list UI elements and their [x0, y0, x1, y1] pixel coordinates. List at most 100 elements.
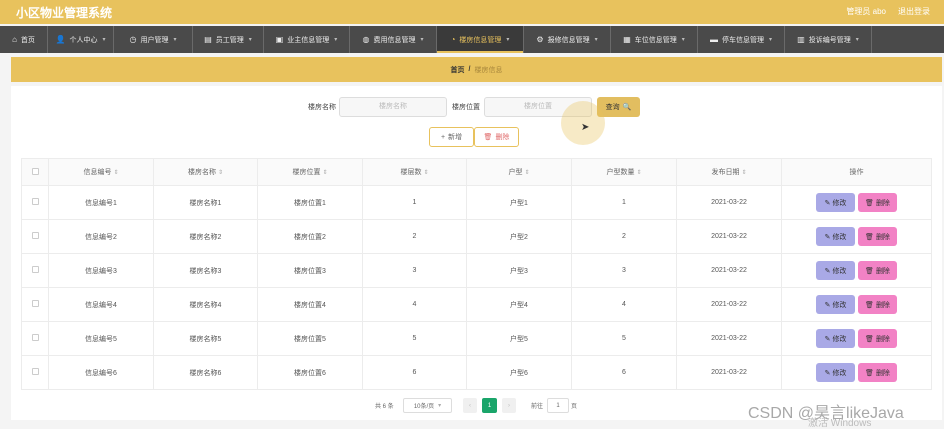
nav-item-repair-management[interactable]: ⚙ 报修信息管理 ▾ [524, 26, 611, 53]
cell-info-id: 信息编号2 [48, 219, 154, 254]
delete-button[interactable]: 🗑 删除 [858, 261, 897, 280]
nav-item-staff-management[interactable]: ▤ 员工管理 ▾ [193, 26, 264, 53]
logout-link[interactable]: 退出登录 [898, 6, 930, 17]
nav-item-label: 业主信息管理 [287, 36, 330, 44]
row-checkbox[interactable] [31, 368, 39, 375]
trash-icon: 🗑 [865, 301, 874, 309]
nav-item-label: 员工管理 [215, 36, 244, 44]
breadcrumb-home[interactable]: 首页 [451, 65, 465, 75]
chevron-down-icon: ▾ [855, 37, 859, 43]
cell-floors: 6 [362, 355, 467, 390]
delete-button[interactable]: 🗑 删除 [858, 295, 897, 314]
nav-item-label: 报修信息管理 [547, 36, 590, 44]
sort-icon: ⇕ [322, 170, 328, 176]
cell-building-location: 楼房位置1 [257, 185, 363, 220]
next-page-button[interactable]: › [502, 398, 516, 413]
nav-item-owner-management[interactable]: ▣ 业主信息管理 ▾ [264, 26, 350, 53]
page-size-select[interactable]: 10条/页 ▾ [403, 398, 452, 413]
sort-icon: ⇕ [113, 170, 119, 176]
delete-button[interactable]: 🗑 删除 [858, 227, 897, 246]
add-button[interactable]: + 新增 [429, 127, 474, 147]
cell-publish-date: 2021-03-22 [676, 321, 782, 356]
cell-unit-count: 2 [571, 219, 677, 254]
home-icon: ⌂ [12, 35, 17, 44]
column-header[interactable]: 户型数量 ⇕ [571, 158, 677, 186]
cell-info-id: 信息编号1 [48, 185, 154, 220]
edit-button[interactable]: ✎ 修改 [816, 329, 855, 348]
cell-unit-type: 户型5 [466, 321, 572, 356]
nav-item-parking-space-management[interactable]: ▦ 车位信息管理 ▾ [611, 26, 698, 53]
batch-delete-button[interactable]: 🗑 删除 [474, 127, 519, 147]
nav-item-user-management[interactable]: ◷ 用户管理 ▾ [114, 26, 193, 53]
prev-page-button[interactable]: ‹ [463, 398, 477, 413]
cell-unit-count: 4 [571, 287, 677, 322]
row-select-cell [21, 253, 49, 288]
goto-label: 前往 [531, 404, 544, 410]
delete-button[interactable]: 🗑 删除 [858, 193, 897, 212]
edit-button[interactable]: ✎ 修改 [816, 363, 855, 382]
nav-item-personal-center[interactable]: 👤 个人中心 ▾ [48, 26, 114, 53]
table-row: 信息编号4 楼房名称4 楼房位置4 4 户型4 4 2021-03-22 ✎ 修改… [21, 287, 932, 322]
nav-item-label: 投诉编号管理 [808, 36, 851, 44]
delete-button[interactable]: 🗑 删除 [858, 329, 897, 348]
cell-actions: ✎ 修改 🗑 删除 [781, 287, 932, 322]
page-number-current[interactable]: 1 [482, 398, 497, 413]
cell-actions: ✎ 修改 🗑 删除 [781, 219, 932, 254]
column-header[interactable]: 楼层数 ⇕ [362, 158, 467, 186]
pie-icon: ◔ [450, 35, 456, 44]
delete-button[interactable]: 🗑 删除 [858, 363, 897, 382]
cell-floors: 5 [362, 321, 467, 356]
page-jump-input[interactable]: 1 [547, 398, 569, 413]
building-table: 信息编号 ⇕ 楼房名称 ⇕ 楼房位置 ⇕ 楼层数 ⇕ 户型 ⇕ 户型数量 ⇕ 发布日期 ⇕ 操… [21, 158, 932, 390]
row-checkbox[interactable] [31, 198, 39, 205]
gear-icon: ⚙ [536, 35, 544, 44]
app-title: 小区物业管理系统 [16, 6, 113, 20]
edit-button[interactable]: ✎ 修改 [816, 193, 855, 212]
cell-building-location: 楼房位置2 [257, 219, 363, 254]
cell-building-location: 楼房位置5 [257, 321, 363, 356]
column-header[interactable]: 信息编号 ⇕ [48, 158, 154, 186]
edit-button[interactable]: ✎ 修改 [816, 227, 855, 246]
cell-unit-type: 户型3 [466, 253, 572, 288]
grid-icon: ▦ [623, 35, 631, 44]
cell-unit-type: 户型6 [466, 355, 572, 390]
nav-item-home[interactable]: ⌂ 首页 [0, 26, 48, 53]
edit-icon: ✎ [824, 301, 831, 309]
nav-item-complaint-management[interactable]: ▥ 投诉编号管理 ▾ [785, 26, 872, 53]
row-checkbox[interactable] [31, 334, 39, 341]
cell-building-name: 楼房名称3 [153, 253, 258, 288]
breadcrumb: 首页 / 楼房信息 [11, 57, 942, 82]
cell-building-name: 楼房名称2 [153, 219, 258, 254]
chevron-down-icon: ▾ [506, 37, 510, 43]
nav-item-parking-management[interactable]: ▬ 停车信息管理 ▾ [698, 26, 785, 53]
column-header[interactable]: 楼房名称 ⇕ [153, 158, 258, 186]
sort-icon: ⇕ [524, 170, 530, 176]
trash-icon: 🗑 [865, 267, 874, 275]
nav-item-building-management[interactable]: ◔ 楼房信息管理 ▾ [437, 26, 524, 53]
nav-item-label: 首页 [20, 36, 35, 44]
cell-building-name: 楼房名称5 [153, 321, 258, 356]
clock-icon: ◷ [129, 35, 137, 44]
breadcrumb-separator: / [468, 66, 471, 73]
nav-item-label: 个人中心 [69, 36, 98, 44]
edit-button[interactable]: ✎ 修改 [816, 261, 855, 280]
document-icon: ▥ [797, 35, 805, 44]
select-all-cell [21, 158, 49, 186]
nav-item-fee-management[interactable]: ◍ 费用信息管理 ▾ [350, 26, 437, 53]
building-name-input[interactable]: 楼房名称 [339, 97, 447, 117]
column-header[interactable]: 楼房位置 ⇕ [257, 158, 363, 186]
cell-building-name: 楼房名称1 [153, 185, 258, 220]
row-checkbox[interactable] [31, 232, 39, 239]
query-button-label: 查询 [605, 104, 620, 111]
cell-unit-type: 户型4 [466, 287, 572, 322]
edit-button[interactable]: ✎ 修改 [816, 295, 855, 314]
column-header[interactable]: 发布日期 ⇕ [676, 158, 782, 186]
row-select-cell [21, 219, 49, 254]
chevron-down-icon: ▾ [420, 37, 424, 43]
chevron-down-icon: ▾ [594, 37, 598, 43]
column-header[interactable]: 户型 ⇕ [466, 158, 572, 186]
edit-icon: ✎ [824, 233, 831, 241]
row-checkbox[interactable] [31, 266, 39, 273]
select-all-checkbox[interactable] [31, 167, 39, 175]
row-checkbox[interactable] [31, 300, 39, 307]
